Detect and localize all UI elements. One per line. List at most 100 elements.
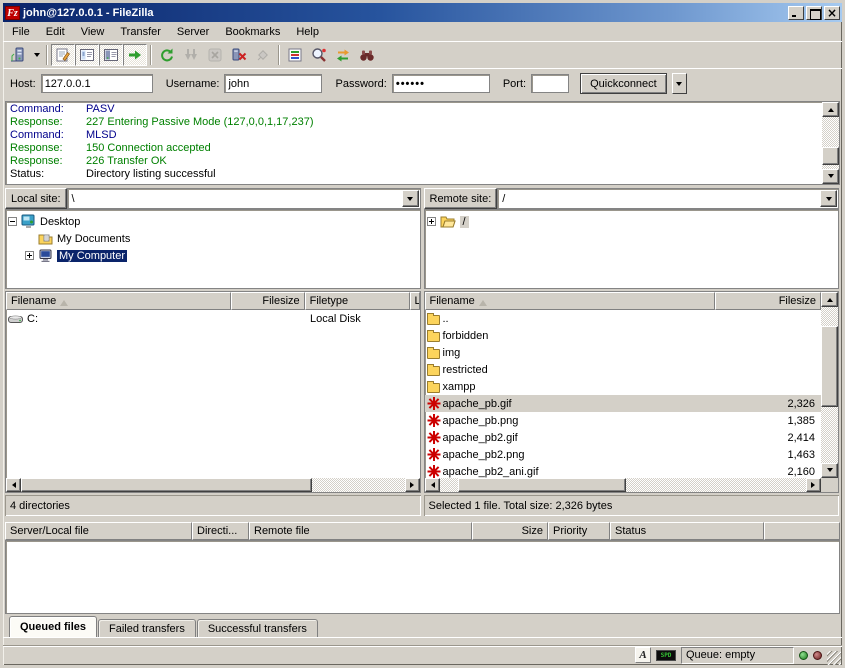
queue-column-empty[interactable] xyxy=(764,522,840,540)
expand-expander[interactable] xyxy=(25,251,34,260)
queue-column-remote-file[interactable]: Remote file xyxy=(249,522,472,540)
minimize-button[interactable] xyxy=(788,6,804,20)
remote-file-row-selected[interactable]: apache_pb.gif 2,326 xyxy=(425,395,822,412)
speed-limit-indicator-icon[interactable] xyxy=(656,650,676,661)
menu-edit[interactable]: Edit xyxy=(38,24,73,40)
remote-file-row[interactable]: restricted xyxy=(425,361,822,378)
scroll-thumb[interactable] xyxy=(822,147,839,165)
scroll-down-button[interactable] xyxy=(821,463,838,478)
toggle-transfer-queue-button[interactable] xyxy=(123,44,147,66)
scroll-right-button[interactable] xyxy=(806,478,821,492)
scroll-track[interactable] xyxy=(821,307,838,463)
log-vertical-scrollbar[interactable] xyxy=(822,102,839,184)
tree-item-my-computer[interactable]: My Computer xyxy=(8,247,418,264)
column-filetype[interactable]: Filetype xyxy=(305,292,410,310)
menu-view[interactable]: View xyxy=(73,24,113,40)
tree-item-root[interactable]: / xyxy=(427,213,837,230)
titlebar[interactable]: john@127.0.0.1 - FileZilla xyxy=(3,3,842,22)
remote-file-row[interactable]: apache_pb2.gif 2,414 xyxy=(425,429,822,446)
tab-failed-transfers[interactable]: Failed transfers xyxy=(98,619,196,637)
column-filename[interactable]: Filename xyxy=(425,292,715,310)
queue-column-server-local-file[interactable]: Server/Local file xyxy=(5,522,192,540)
site-manager-dropdown-button[interactable] xyxy=(30,44,43,66)
remote-file-row[interactable]: apache_pb2_ani.gif 2,160 xyxy=(425,463,822,478)
queue-column-size[interactable]: Size xyxy=(472,522,548,540)
maximize-button[interactable] xyxy=(806,6,822,20)
menu-server[interactable]: Server xyxy=(169,24,217,40)
remote-file-row[interactable]: apache_pb.png 1,385 xyxy=(425,412,822,429)
site-manager-button[interactable] xyxy=(6,44,30,66)
remote-file-row[interactable]: xampp xyxy=(425,378,822,395)
column-last-modified[interactable]: L xyxy=(410,292,420,310)
column-filename[interactable]: Filename xyxy=(6,292,231,310)
remote-file-row[interactable]: img xyxy=(425,344,822,361)
remote-treeview-icon xyxy=(103,47,119,63)
remote-file-row[interactable]: forbidden xyxy=(425,327,822,344)
toggle-message-log-button[interactable] xyxy=(51,44,75,66)
local-site-dropdown-button[interactable] xyxy=(402,190,419,207)
scroll-thumb[interactable] xyxy=(821,326,838,407)
image-file-icon xyxy=(427,431,440,444)
local-site-combo[interactable]: \ xyxy=(67,188,421,209)
remote-horizontal-scrollbar[interactable] xyxy=(425,478,822,492)
quickconnect-button[interactable]: Quickconnect xyxy=(580,73,667,94)
collapse-expander[interactable] xyxy=(8,217,17,226)
username-input[interactable] xyxy=(224,74,322,93)
scroll-thumb[interactable] xyxy=(21,478,312,492)
tab-successful-transfers[interactable]: Successful transfers xyxy=(197,619,318,637)
resize-grip[interactable] xyxy=(827,651,841,665)
password-input[interactable] xyxy=(392,74,490,93)
log-line: Response:150 Connection accepted xyxy=(10,142,822,155)
file-name: img xyxy=(443,347,461,359)
scroll-up-button[interactable] xyxy=(821,292,838,307)
arrow-left-icon xyxy=(9,482,16,488)
scroll-left-button[interactable] xyxy=(6,478,21,492)
host-input[interactable] xyxy=(41,74,153,93)
find-files-button[interactable] xyxy=(355,44,379,66)
scroll-left-button[interactable] xyxy=(425,478,440,492)
synchronized-browsing-button[interactable] xyxy=(331,44,355,66)
remote-file-row[interactable]: .. xyxy=(425,310,822,327)
quickconnect-dropdown-button[interactable] xyxy=(672,73,687,94)
directory-filter-button[interactable] xyxy=(283,44,307,66)
toolbar xyxy=(3,41,842,68)
tree-item-desktop[interactable]: Desktop xyxy=(8,213,418,230)
data-type-ascii-icon[interactable] xyxy=(635,647,651,663)
scroll-track[interactable] xyxy=(440,478,807,492)
cancel-operation-button[interactable] xyxy=(203,44,227,66)
menu-help[interactable]: Help xyxy=(288,24,327,40)
menu-file[interactable]: File xyxy=(4,24,38,40)
queue-column-direction[interactable]: Directi... xyxy=(192,522,249,540)
remote-site-header: Remote site: / xyxy=(424,188,840,209)
directory-comparison-button[interactable] xyxy=(307,44,331,66)
scroll-up-button[interactable] xyxy=(822,102,839,117)
remote-site-combo[interactable]: / xyxy=(497,188,839,209)
toggle-remote-tree-button[interactable] xyxy=(99,44,123,66)
remote-file-row[interactable]: apache_pb2.png 1,463 xyxy=(425,446,822,463)
process-queue-button[interactable] xyxy=(179,44,203,66)
toggle-local-tree-button[interactable] xyxy=(75,44,99,66)
menu-bookmarks[interactable]: Bookmarks xyxy=(217,24,288,40)
scroll-thumb[interactable] xyxy=(458,478,627,492)
disconnect-button[interactable] xyxy=(227,44,251,66)
column-filesize[interactable]: Filesize xyxy=(231,292,304,310)
close-button[interactable] xyxy=(824,6,840,20)
local-horizontal-scrollbar[interactable] xyxy=(6,478,420,492)
scroll-down-button[interactable] xyxy=(822,169,839,184)
tab-queued-files[interactable]: Queued files xyxy=(9,616,97,637)
queue-column-priority[interactable]: Priority xyxy=(548,522,610,540)
port-input[interactable] xyxy=(531,74,569,93)
remote-vertical-scrollbar[interactable] xyxy=(821,292,838,478)
scroll-track[interactable] xyxy=(21,478,405,492)
remote-site-dropdown-button[interactable] xyxy=(820,190,837,207)
menu-transfer[interactable]: Transfer xyxy=(112,24,169,40)
expand-expander[interactable] xyxy=(427,217,436,226)
queue-column-status[interactable]: Status xyxy=(610,522,764,540)
column-filesize[interactable]: Filesize xyxy=(715,292,822,310)
local-file-row[interactable]: C: Local Disk xyxy=(6,310,420,327)
reconnect-button[interactable] xyxy=(251,44,275,66)
scroll-right-button[interactable] xyxy=(405,478,420,492)
tree-item-my-documents[interactable]: My Documents xyxy=(8,230,418,247)
refresh-button[interactable] xyxy=(155,44,179,66)
scroll-track[interactable] xyxy=(822,117,839,169)
